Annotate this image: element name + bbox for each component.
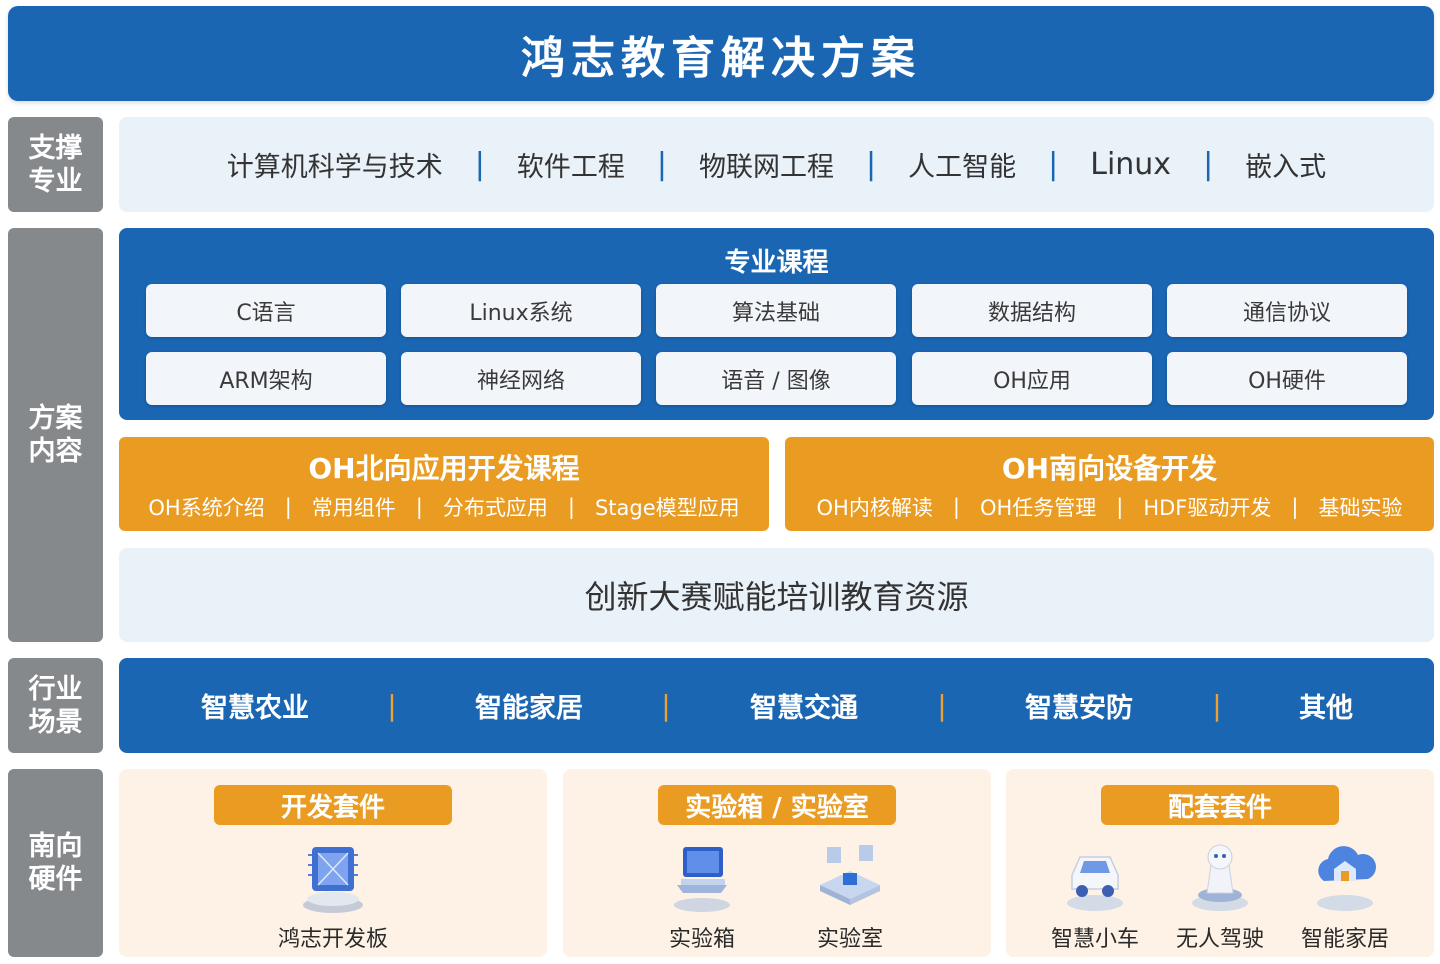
- industry-item: 智慧农业: [201, 693, 309, 724]
- separator: |: [567, 495, 575, 519]
- major-item: Linux: [1090, 147, 1172, 182]
- hardware-item-label: 鸿志开发板: [277, 927, 388, 952]
- oh-south-item: OH任务管理: [979, 496, 1097, 520]
- smart-home-icon: [1317, 846, 1376, 911]
- oh-north-title: OH北向应用开发课程: [308, 452, 580, 485]
- hardware-panel-support-kit: 配套套件 智慧小车 无人驾驶 智能家居: [1006, 769, 1434, 957]
- oh-north-item: Stage模型应用: [594, 496, 740, 520]
- course-block: 专业课程 C语言 Linux系统 算法基础 数据结构 通信协议 ARM架构 神经…: [119, 228, 1434, 420]
- course-item: 通信协议: [1167, 284, 1407, 337]
- separator: |: [952, 495, 960, 519]
- industry-item: 其他: [1299, 693, 1353, 724]
- industry-item: 智慧交通: [750, 693, 858, 724]
- hardware-item-label: 实验室: [816, 927, 883, 952]
- course-item: OH硬件: [1167, 352, 1407, 405]
- side-label-content-text: 方案内容: [28, 403, 83, 467]
- separator: |: [474, 147, 485, 182]
- oh-south-block: OH南向设备开发 OH内核解读 | OH任务管理 | HDF驱动开发 | 基础实…: [785, 437, 1434, 531]
- course-item: C语言: [146, 284, 386, 337]
- side-label-hardware: 南向硬件: [8, 769, 103, 957]
- separator: |: [1116, 495, 1124, 519]
- separator: |: [387, 689, 397, 722]
- major-item: 人工智能: [908, 152, 1017, 183]
- oh-south-items: OH内核解读 | OH任务管理 | HDF驱动开发 | 基础实验: [785, 492, 1434, 522]
- hardware-item-label: 实验箱: [668, 927, 735, 952]
- hardware-panel-dev-kit: 开发套件 鸿志开发板: [119, 769, 547, 957]
- innovation-block: 创新大赛赋能培训教育资源: [119, 548, 1434, 642]
- separator: |: [656, 147, 668, 182]
- separator: |: [284, 495, 292, 519]
- side-label-industry-text: 行业场景: [28, 673, 83, 738]
- hardware-title-lab: 实验箱 / 实验室: [658, 785, 896, 825]
- separator: |: [1291, 495, 1299, 519]
- major-item: 嵌入式: [1245, 152, 1327, 183]
- side-label-hardware-text: 南向硬件: [28, 831, 83, 895]
- hardware-item-label: 无人驾驶: [1175, 927, 1264, 952]
- hardware-item: 智慧小车: [1030, 835, 1160, 953]
- oh-north-block: OH北向应用开发课程 OH系统介绍 | 常用组件 | 分布式应用 | Stage…: [119, 437, 769, 531]
- hardware-item: 实验箱: [637, 835, 767, 953]
- side-label-support: 支撑专业: [8, 117, 103, 212]
- oh-south-item: OH内核解读: [816, 496, 933, 520]
- chip-icon: [303, 847, 363, 913]
- separator: |: [1212, 689, 1222, 722]
- industry-item: 智能家居: [475, 693, 583, 724]
- hardware-title-dev-kit: 开发套件: [214, 785, 452, 825]
- innovation-title: 创新大赛赋能培训教育资源: [584, 578, 969, 616]
- oh-south-item: 基础实验: [1318, 496, 1403, 520]
- robot-icon: [1192, 844, 1248, 911]
- industry-block: 智慧农业 | 智能家居 | 智慧交通 | 智慧安防 | 其他: [119, 658, 1434, 753]
- hardware-item: 无人驾驶: [1155, 835, 1285, 953]
- oh-north-item: 分布式应用: [442, 496, 548, 520]
- hardware-item: 鸿志开发板: [268, 835, 398, 953]
- hardware-title-support-kit: 配套套件: [1101, 785, 1339, 825]
- course-item: 算法基础: [656, 284, 896, 337]
- course-item: 语音 / 图像: [656, 352, 896, 405]
- laptop-icon: [674, 847, 730, 912]
- separator: |: [415, 495, 423, 519]
- industry-item: 智慧安防: [1025, 693, 1133, 724]
- car-icon: [1067, 856, 1123, 911]
- hardware-item: 智能家居: [1280, 835, 1410, 953]
- course-item: ARM架构: [146, 352, 386, 405]
- hardware-panel-lab: 实验箱 / 实验室 实验箱 实验室: [563, 769, 991, 957]
- hardware-item-label: 智慧小车: [1050, 927, 1139, 952]
- course-item: OH应用: [912, 352, 1152, 405]
- lab-platform-icon: [820, 845, 880, 905]
- major-item: 软件工程: [516, 152, 625, 183]
- oh-north-item: 常用组件: [311, 496, 396, 520]
- separator: |: [937, 689, 947, 722]
- separator: |: [1203, 147, 1214, 182]
- side-label-industry: 行业场景: [8, 658, 103, 753]
- page-title: 鸿志教育解决方案: [521, 32, 921, 84]
- course-item: 神经网络: [401, 352, 641, 405]
- separator: |: [1048, 147, 1059, 182]
- hardware-item-label: 智能家居: [1300, 927, 1389, 952]
- side-label-content: 方案内容: [8, 228, 103, 642]
- side-label-support-text: 支撑专业: [28, 132, 83, 197]
- major-item: 物联网工程: [699, 152, 835, 183]
- page-title-banner: 鸿志教育解决方案: [8, 6, 1434, 101]
- oh-south-item: HDF驱动开发: [1143, 496, 1272, 520]
- hardware-item: 实验室: [785, 835, 915, 953]
- course-title: 专业课程: [724, 248, 829, 278]
- support-majors-row: 计算机科学与技术 | 软件工程 | 物联网工程 | 人工智能 | Linux |…: [119, 117, 1434, 212]
- major-item: 计算机科学与技术: [226, 152, 443, 183]
- separator: |: [661, 689, 671, 722]
- course-item: 数据结构: [912, 284, 1152, 337]
- course-item: Linux系统: [401, 284, 641, 337]
- oh-south-title: OH南向设备开发: [1001, 452, 1218, 485]
- oh-north-items: OH系统介绍 | 常用组件 | 分布式应用 | Stage模型应用: [119, 492, 769, 522]
- separator: |: [866, 147, 877, 182]
- oh-north-item: OH系统介绍: [148, 496, 265, 520]
